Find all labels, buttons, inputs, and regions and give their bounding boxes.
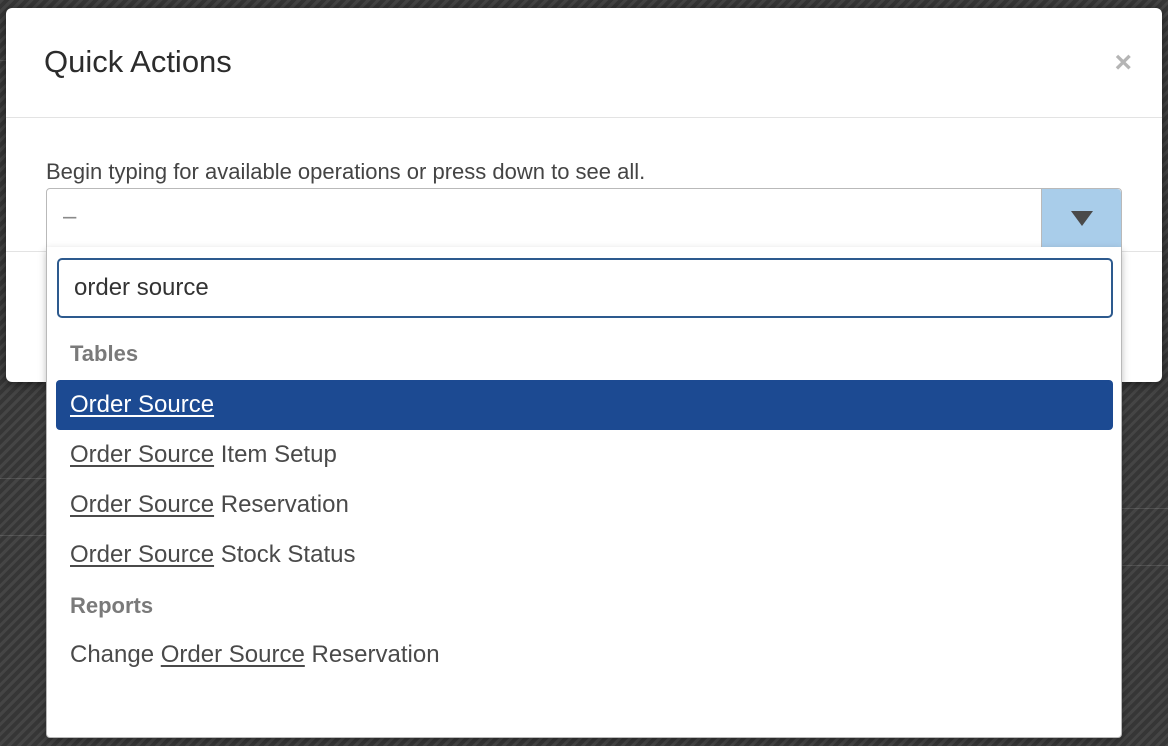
- instruction-text: Begin typing for available operations or…: [46, 159, 646, 184]
- dropdown-toggle-button[interactable]: [1041, 189, 1121, 247]
- triangle-down-icon: [1070, 210, 1093, 226]
- operation-select[interactable]: –: [46, 188, 1122, 248]
- modal-title: Quick Actions: [44, 44, 232, 79]
- background-divider: [0, 535, 46, 536]
- option-match: Order Source: [70, 391, 215, 418]
- option-suffix: Reservation: [304, 641, 440, 668]
- option-order-source-item-setup[interactable]: Order Source Item Setup: [56, 430, 1113, 480]
- group-label-reports: Reports: [70, 593, 154, 618]
- modal-header: Quick Actions ×: [6, 8, 1162, 118]
- option-order-source-reservation[interactable]: Order Source Reservation: [56, 480, 1113, 530]
- search-input[interactable]: [57, 258, 1113, 318]
- select-value: –: [63, 203, 77, 230]
- option-match: Order Source: [160, 641, 305, 668]
- option-suffix: Reservation: [214, 491, 349, 518]
- option-change-order-source-reservation[interactable]: Change Order Source Reservation: [56, 630, 1113, 680]
- option-order-source-stock-status[interactable]: Order Source Stock Status: [56, 530, 1113, 580]
- group-label-tables: Tables: [70, 341, 139, 366]
- background-divider: [0, 478, 46, 479]
- option-order-source[interactable]: Order Source: [56, 380, 1113, 430]
- close-icon[interactable]: ×: [1114, 48, 1132, 78]
- option-match: Order Source: [70, 491, 215, 518]
- option-match: Order Source: [70, 541, 215, 568]
- background-divider: [1122, 565, 1168, 566]
- background-divider: [1122, 508, 1168, 509]
- option-match: Order Source: [70, 441, 215, 468]
- option-suffix: Item Setup: [214, 441, 337, 468]
- dropdown-panel: Tables Order Source Order Source Item Se…: [46, 247, 1122, 738]
- option-prefix: Change: [70, 641, 161, 668]
- option-suffix: Stock Status: [214, 541, 356, 568]
